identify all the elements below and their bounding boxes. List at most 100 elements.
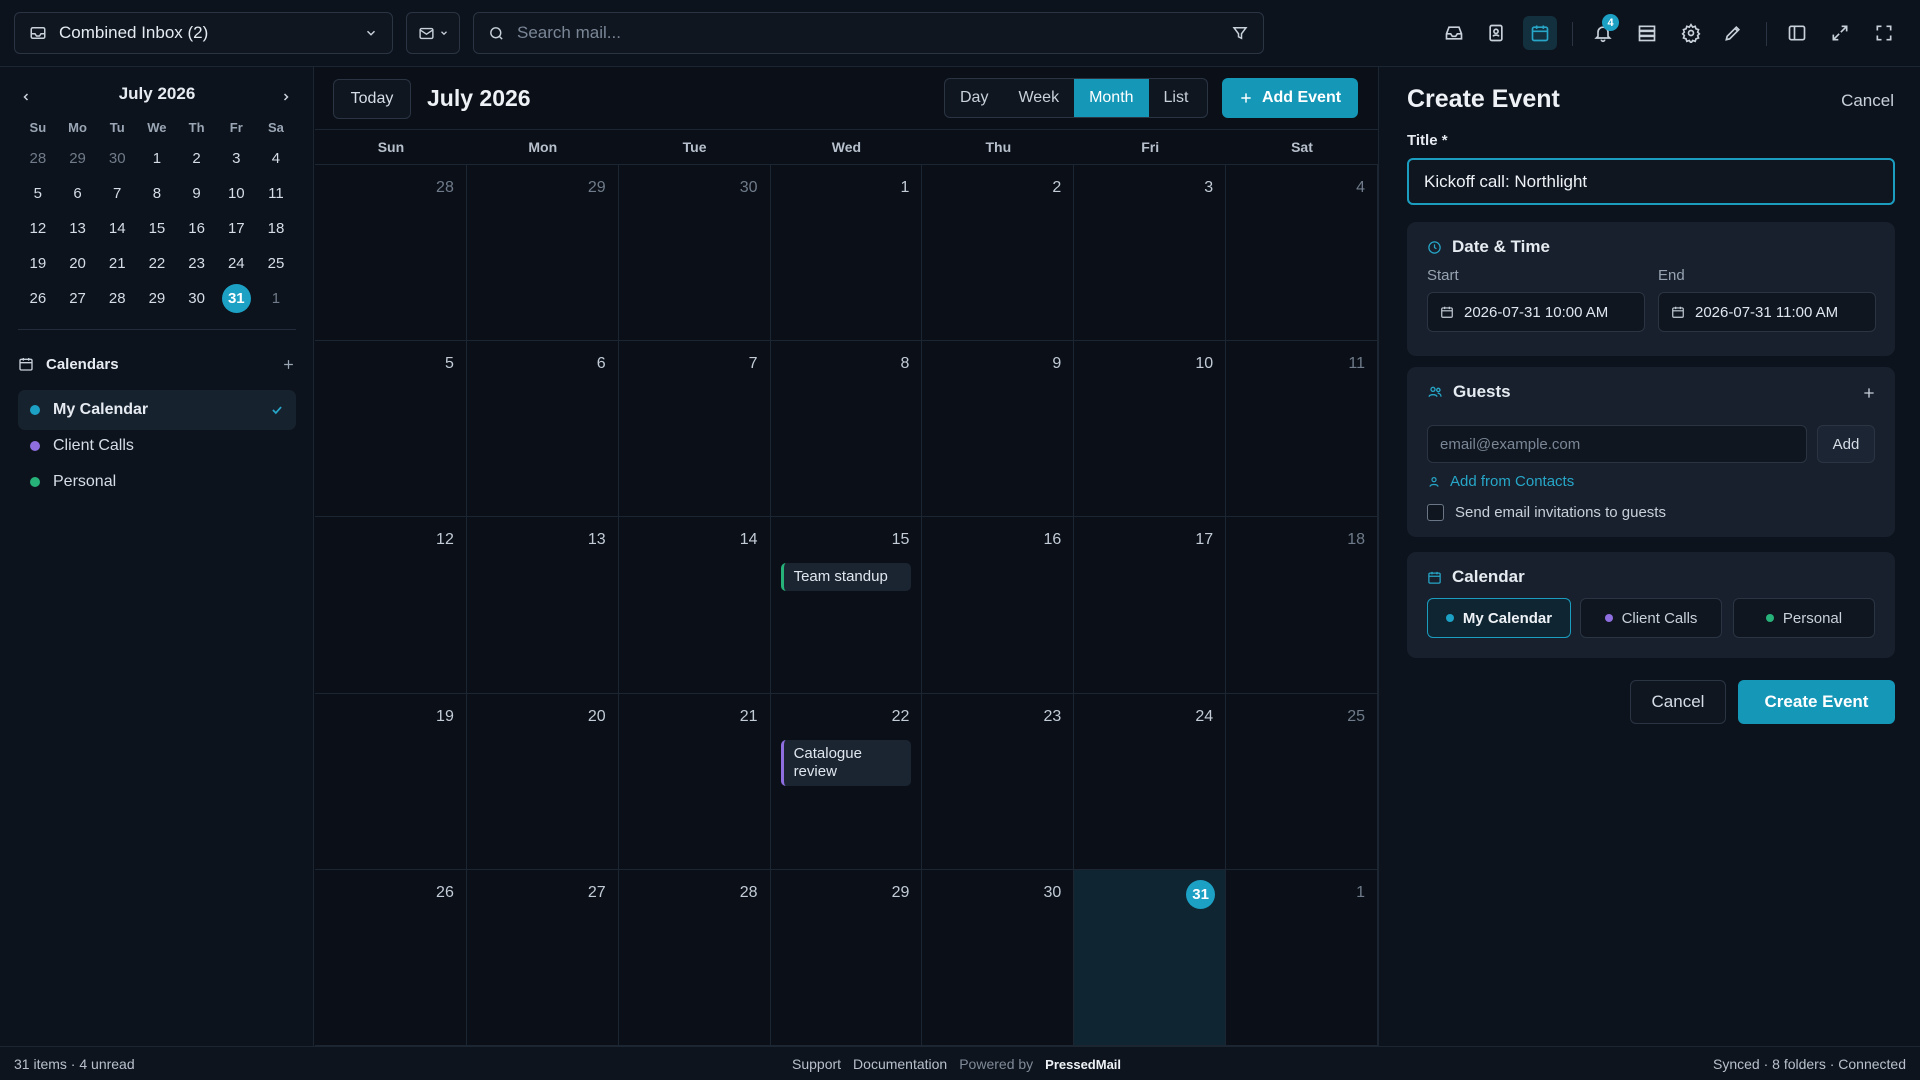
add-calendar-icon[interactable] bbox=[281, 357, 296, 372]
calendar-day-cell[interactable]: 20 bbox=[466, 693, 619, 870]
calendar-list-item[interactable]: Personal bbox=[18, 462, 296, 502]
mini-calendar-day[interactable]: 28 bbox=[18, 141, 58, 176]
mini-calendar-day[interactable]: 12 bbox=[18, 211, 58, 246]
calendar-day-cell[interactable]: 11 bbox=[1226, 341, 1378, 518]
calendar-option[interactable]: My Calendar bbox=[1427, 598, 1571, 638]
view-week-button[interactable]: Week bbox=[1003, 79, 1074, 117]
mini-calendar-day[interactable]: 3 bbox=[216, 141, 256, 176]
calendar-day-cell[interactable]: 12 bbox=[315, 517, 467, 694]
calendar-day-cell[interactable]: 14 bbox=[618, 517, 771, 694]
mini-calendar-day[interactable]: 18 bbox=[256, 211, 296, 246]
calendar-day-cell[interactable]: 1 bbox=[770, 165, 923, 342]
mini-calendar-day[interactable]: 19 bbox=[18, 246, 58, 281]
calendar-day-cell[interactable]: 19 bbox=[315, 693, 467, 870]
calendar-day-cell[interactable]: 29 bbox=[770, 869, 923, 1046]
calendar-day-cell[interactable]: 16 bbox=[922, 517, 1075, 694]
add-from-contacts-link[interactable]: Add from Contacts bbox=[1427, 473, 1574, 490]
mini-calendar-day[interactable]: 5 bbox=[18, 176, 58, 211]
calendar-day-cell[interactable]: 13 bbox=[466, 517, 619, 694]
mini-calendar-day[interactable]: 4 bbox=[256, 141, 296, 176]
create-event-button[interactable]: Create Event bbox=[1738, 680, 1895, 724]
mini-calendar-day[interactable]: 1 bbox=[137, 141, 177, 176]
calendar-day-cell[interactable]: 30 bbox=[922, 869, 1075, 1046]
add-guest-button[interactable]: Add bbox=[1817, 425, 1875, 463]
add-event-button[interactable]: Add Event bbox=[1222, 78, 1358, 118]
mini-calendar-day[interactable]: 15 bbox=[137, 211, 177, 246]
calendar-day-cell[interactable]: 28 bbox=[315, 165, 467, 342]
end-datetime-field[interactable]: 2026-07-31 11:00 AM bbox=[1658, 292, 1876, 332]
event-title-input[interactable] bbox=[1407, 158, 1895, 205]
view-list-button[interactable]: List bbox=[1149, 79, 1204, 117]
calendar-day-cell[interactable]: 30 bbox=[618, 165, 771, 342]
calendar-day-cell[interactable]: 8 bbox=[770, 341, 923, 518]
inbox-selector[interactable]: Combined Inbox (2) bbox=[14, 12, 393, 54]
mini-calendar-day[interactable]: 6 bbox=[58, 176, 98, 211]
calendar-day-cell[interactable]: 9 bbox=[922, 341, 1075, 518]
calendar-day-cell[interactable]: 24 bbox=[1074, 693, 1227, 870]
guest-email-input[interactable] bbox=[1427, 425, 1807, 463]
add-guest-plus-icon[interactable] bbox=[1861, 385, 1877, 401]
calendar-day-cell[interactable]: 22 Catalogue review bbox=[770, 693, 923, 870]
mini-calendar-day[interactable]: 11 bbox=[256, 176, 296, 211]
account-filter-button[interactable] bbox=[406, 12, 460, 54]
calendar-day-cell[interactable]: 7 bbox=[618, 341, 771, 518]
mini-calendar-day[interactable]: 14 bbox=[97, 211, 137, 246]
event-chip[interactable]: Team standup bbox=[780, 563, 911, 592]
mini-calendar-day[interactable]: 30 bbox=[177, 281, 217, 316]
documentation-link[interactable]: Documentation bbox=[853, 1056, 947, 1072]
mini-calendar-day[interactable]: 22 bbox=[137, 246, 177, 281]
pencil-icon[interactable] bbox=[1716, 16, 1750, 50]
support-link[interactable]: Support bbox=[792, 1056, 841, 1072]
mini-calendar-day[interactable]: 2 bbox=[177, 141, 217, 176]
mini-calendar-day[interactable]: 20 bbox=[58, 246, 98, 281]
calendar-day-cell[interactable]: 4 bbox=[1226, 165, 1378, 342]
calendar-list-item[interactable]: My Calendar bbox=[18, 390, 296, 430]
calendar-day-cell[interactable]: 1 bbox=[1226, 869, 1378, 1046]
chevron-right-icon[interactable] bbox=[274, 85, 298, 109]
cancel-link[interactable]: Cancel bbox=[1841, 91, 1894, 111]
mini-calendar-day[interactable]: 21 bbox=[97, 246, 137, 281]
mini-calendar-day[interactable]: 1 bbox=[256, 281, 296, 316]
calendar-day-cell[interactable]: 6 bbox=[466, 341, 619, 518]
mini-calendar-day[interactable]: 23 bbox=[177, 246, 217, 281]
mini-calendar-day[interactable]: 28 bbox=[97, 281, 137, 316]
send-invitations-checkbox[interactable] bbox=[1427, 504, 1444, 521]
calendar-day-cell[interactable]: 17 bbox=[1074, 517, 1227, 694]
inbox-tray-icon[interactable] bbox=[1437, 16, 1471, 50]
calendar-day-cell[interactable]: 27 bbox=[466, 869, 619, 1046]
calendar-day-cell[interactable]: 26 bbox=[315, 869, 467, 1046]
storage-icon[interactable] bbox=[1630, 16, 1664, 50]
expand-icon[interactable] bbox=[1823, 16, 1857, 50]
send-invitations-row[interactable]: Send email invitations to guests bbox=[1427, 504, 1666, 521]
calendar-day-cell[interactable]: 15 Team standup bbox=[770, 517, 923, 694]
calendar-icon[interactable] bbox=[1523, 16, 1557, 50]
mini-calendar-day[interactable]: 10 bbox=[216, 176, 256, 211]
calendar-list-item[interactable]: Client Calls bbox=[18, 426, 296, 466]
calendar-option[interactable]: Client Calls bbox=[1580, 598, 1722, 638]
mini-calendar-day[interactable]: 24 bbox=[216, 246, 256, 281]
calendar-day-cell[interactable]: 29 bbox=[466, 165, 619, 342]
contacts-book-icon[interactable] bbox=[1479, 16, 1513, 50]
calendar-day-cell[interactable]: 5 bbox=[315, 341, 467, 518]
sidebar-toggle-icon[interactable] bbox=[1780, 16, 1814, 50]
calendar-day-cell[interactable]: 28 bbox=[618, 869, 771, 1046]
mini-calendar-day[interactable]: 17 bbox=[216, 211, 256, 246]
calendar-day-cell[interactable]: 3 bbox=[1074, 165, 1227, 342]
mini-calendar-day[interactable]: 7 bbox=[97, 176, 137, 211]
mini-calendar-day[interactable]: 13 bbox=[58, 211, 98, 246]
mini-calendar-day[interactable]: 27 bbox=[58, 281, 98, 316]
mini-calendar-day[interactable]: 31 bbox=[216, 281, 256, 316]
calendar-day-cell[interactable]: 25 bbox=[1226, 693, 1378, 870]
brand-name[interactable]: PressedMail bbox=[1045, 1057, 1121, 1072]
mini-calendar-day[interactable]: 25 bbox=[256, 246, 296, 281]
calendar-option[interactable]: Personal bbox=[1733, 598, 1875, 638]
calendar-day-cell[interactable]: 21 bbox=[618, 693, 771, 870]
cancel-button[interactable]: Cancel bbox=[1630, 680, 1726, 724]
calendar-day-cell[interactable]: 18 bbox=[1226, 517, 1378, 694]
calendar-day-cell[interactable]: 10 bbox=[1074, 341, 1227, 518]
mini-calendar-day[interactable]: 16 bbox=[177, 211, 217, 246]
view-month-button[interactable]: Month bbox=[1074, 79, 1149, 117]
fullscreen-icon[interactable] bbox=[1867, 16, 1901, 50]
mini-calendar-day[interactable]: 29 bbox=[137, 281, 177, 316]
calendar-day-cell[interactable]: 23 bbox=[922, 693, 1075, 870]
